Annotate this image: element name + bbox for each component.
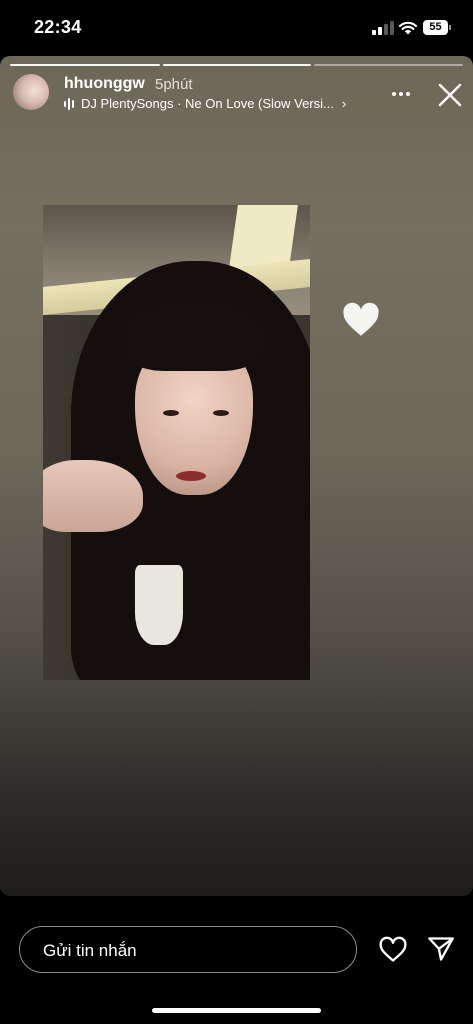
music-title: DJ PlentySongs · Ne On Love (Slow Versi.… [81, 96, 334, 111]
status-time: 22:34 [34, 17, 82, 37]
heart-icon[interactable] [379, 936, 407, 964]
battery-cap [449, 25, 451, 30]
story-progress-segment-1 [10, 64, 160, 66]
story-progress-segment-2 [163, 64, 311, 66]
signal-icon [372, 21, 394, 35]
story-view[interactable]: hhuonggw 5phút DJ PlentySongs · Ne On Lo… [0, 56, 473, 896]
story-username[interactable]: hhuonggw [64, 75, 145, 93]
home-indicator[interactable] [152, 1008, 321, 1013]
story-photo [43, 205, 310, 680]
story-progress-segment-3 [314, 64, 463, 66]
chevron-right-icon: › [341, 96, 347, 111]
avatar[interactable] [13, 74, 49, 110]
wifi-icon [398, 21, 418, 35]
music-bars-icon [64, 97, 74, 110]
music-attribution[interactable]: DJ PlentySongs · Ne On Love (Slow Versi.… [64, 96, 346, 111]
close-icon[interactable] [437, 82, 463, 108]
story-time-ago: 5phút [155, 76, 193, 93]
status-bar: 22:34 55 [0, 0, 473, 56]
message-placeholder: Gửi tin nhắn [43, 941, 137, 960]
more-options-button[interactable] [392, 82, 416, 106]
send-icon[interactable] [427, 935, 455, 963]
message-input[interactable]: Gửi tin nhắn [19, 926, 357, 973]
battery-icon: 55 [423, 20, 448, 35]
heart-sticker-icon [343, 302, 379, 336]
